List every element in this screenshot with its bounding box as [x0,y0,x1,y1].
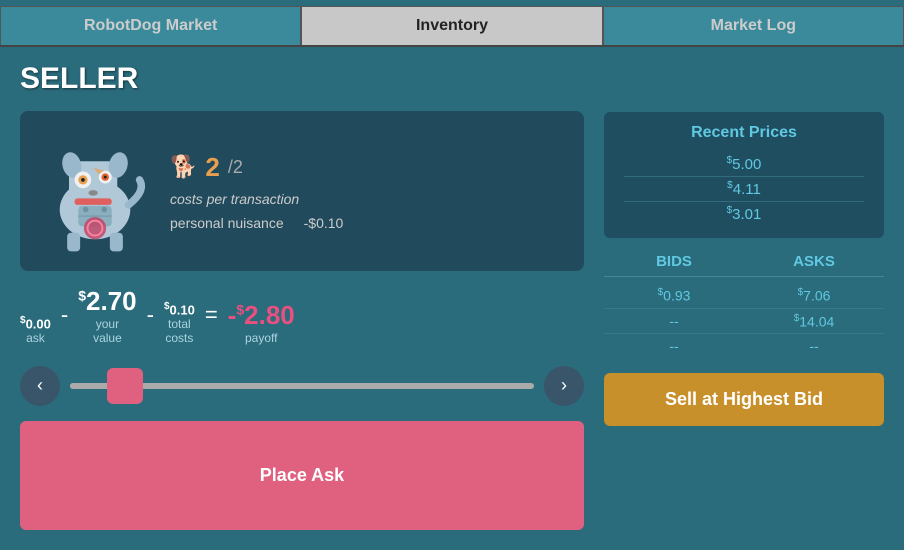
ask-dollar: $0.00 [20,315,51,331]
bids-asks-table: BIDS $0.93 -- -- ASKS $7.06 $14.04 -- [604,253,884,358]
payoff-dollar: -$2.80 [228,300,295,331]
cost-value: $0.10 total costs [164,301,195,346]
costs-label: costs per transaction [170,191,343,207]
nuisance-value: -$0.10 [304,215,344,231]
recent-prices-panel: Recent Prices $5.00 $4.11 $3.01 [604,112,884,238]
slider-right-button[interactable]: › [544,366,584,406]
slider-row: ‹ › [20,361,584,411]
cost-label: total costs [165,317,193,346]
count-max: /2 [228,157,243,178]
your-dollar: $2.70 [78,286,136,317]
your-label: your value [93,317,122,346]
ask-label: ask [26,331,45,345]
tab-bar: RobotDog Market Inventory Market Log [0,0,904,47]
price-item-2: $4.11 [624,177,864,202]
seller-title: SELLER [20,62,584,96]
bid-val-3: -- [604,334,744,358]
cost-dollar: $0.10 [164,301,195,317]
sep1: - [61,302,68,328]
bids-column: BIDS $0.93 -- -- [604,253,744,358]
dog-image [35,126,155,256]
equals: = [205,302,218,328]
price-item-1: $5.00 [624,152,864,177]
payoff-row: $0.00 ask - $2.70 your value - $0.10 tot… [20,281,584,351]
your-value: $2.70 your value [78,286,136,346]
dog-icon: 🐕 [170,154,197,180]
main-content: SELLER [0,47,904,545]
ask-value: $0.00 ask [20,315,51,346]
recent-prices-title: Recent Prices [624,124,864,142]
ask-val-3: -- [744,334,884,358]
slider-thumb[interactable] [107,368,143,404]
ask-val-2: $14.04 [744,309,884,335]
tab-marketlog[interactable]: Market Log [603,6,904,45]
place-ask-button[interactable]: Place Ask [20,421,584,530]
price-item-3: $3.01 [624,202,864,226]
item-info: 🐕 2 /2 costs per transaction personal nu… [170,152,343,231]
slider-container[interactable] [70,366,534,406]
right-panel: Recent Prices $5.00 $4.11 $3.01 BIDS $0.… [604,62,884,530]
left-panel: SELLER [20,62,584,530]
tab-inventory[interactable]: Inventory [301,6,602,45]
item-card: 🐕 2 /2 costs per transaction personal nu… [20,111,584,271]
sep2: - [147,302,154,328]
nuisance-label: personal nuisance [170,215,284,231]
tab-robotdog[interactable]: RobotDog Market [0,6,301,45]
item-count: 🐕 2 /2 [170,152,343,183]
slider-left-button[interactable]: ‹ [20,366,60,406]
bid-val-2: -- [604,309,744,334]
count-number: 2 [205,152,219,183]
sell-at-highest-bid-button[interactable]: Sell at Highest Bid [604,373,884,426]
bids-header: BIDS [604,253,744,277]
payoff-value: -$2.80 payoff [228,300,295,345]
asks-header: ASKS [744,253,884,277]
payoff-label: payoff [245,331,277,345]
ask-val-1: $7.06 [744,283,884,309]
nuisance-row: personal nuisance -$0.10 [170,215,343,231]
bid-val-1: $0.93 [604,283,744,309]
asks-column: ASKS $7.06 $14.04 -- [744,253,884,358]
